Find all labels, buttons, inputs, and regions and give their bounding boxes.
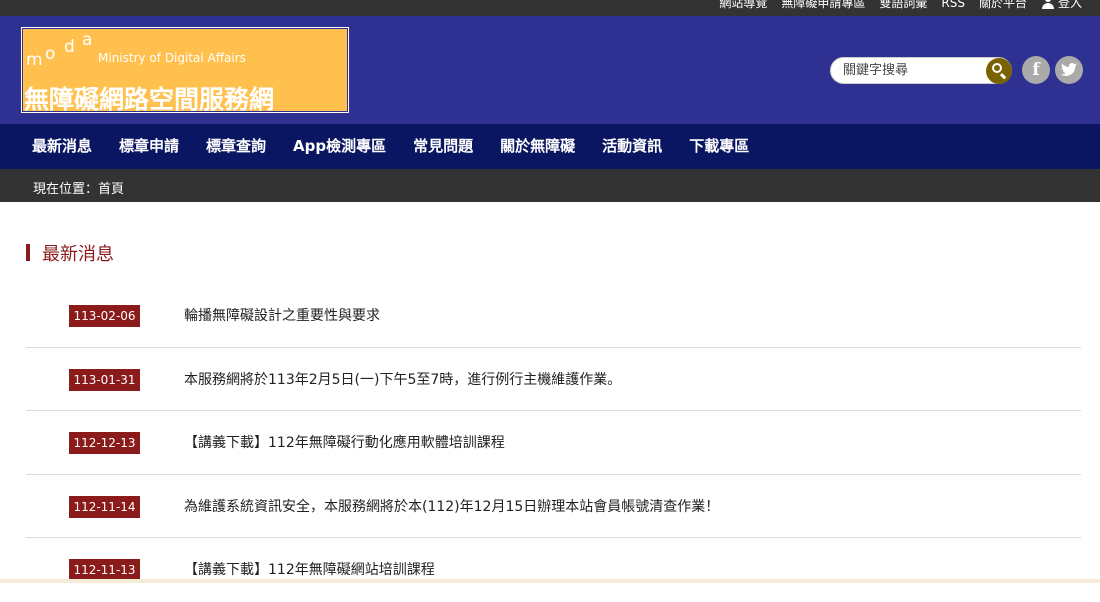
breadcrumb-bar: 現在位置：首頁 — [0, 169, 1100, 202]
main-nav: 最新消息 標章申請 標章查詢 App檢測專區 常見問題 關於無障礙 活動資訊 下… — [0, 124, 1100, 169]
logo-letter-o: o — [45, 44, 56, 64]
facebook-icon[interactable]: f — [1022, 56, 1050, 84]
news-item: 113-02-06 輪播無障礙設計之重要性與要求 — [26, 284, 1081, 348]
logo-site-name: 無障礙網路空間服務網 — [24, 85, 275, 114]
news-title-link[interactable]: 為維護系統資訊安全，本服務網將於本(112)年12月15日辦理本站會員帳號清查作… — [184, 496, 719, 518]
nav-item-about-accessibility[interactable]: 關於無障礙 — [500, 124, 575, 169]
news-date: 112-12-13 — [69, 432, 140, 454]
bottom-edge — [0, 579, 1100, 583]
user-icon — [1041, 0, 1055, 10]
utility-link-apply[interactable]: 無障礙申請專區 — [781, 0, 865, 12]
search-button[interactable] — [986, 58, 1012, 84]
site-header: m o d a Ministry of Digital Affairs 無障礙網… — [0, 16, 1100, 124]
news-date: 113-02-06 — [69, 305, 140, 327]
nav-item-badge-query[interactable]: 標章查詢 — [206, 124, 266, 169]
utility-link-rss[interactable]: RSS — [941, 0, 965, 12]
news-item: 112-11-14 為維護系統資訊安全，本服務網將於本(112)年12月15日辦… — [26, 475, 1081, 538]
nav-item-news[interactable]: 最新消息 — [32, 124, 92, 169]
utility-link-sitemap[interactable]: 網站導覽 — [719, 0, 767, 12]
heading-accent-bar — [26, 244, 30, 261]
nav-item-events[interactable]: 活動資訊 — [602, 124, 662, 169]
nav-item-app-testing[interactable]: App檢測專區 — [293, 124, 386, 169]
logo-letter-d: d — [64, 37, 75, 57]
news-item: 112-11-13 【講義下載】112年無障礙網站培訓課程 — [26, 538, 1081, 602]
logo-letter-m: m — [26, 50, 43, 70]
nav-item-downloads[interactable]: 下載專區 — [689, 124, 749, 169]
news-date: 112-11-13 — [69, 559, 140, 581]
twitter-icon[interactable] — [1055, 56, 1083, 84]
utility-link-about[interactable]: 關於平台 — [979, 0, 1027, 12]
logo-english-name: Ministry of Digital Affairs — [98, 51, 246, 65]
twitter-bird-glyph — [1061, 63, 1077, 76]
news-item: 112-12-13 【講義下載】112年無障礙行動化應用軟體培訓課程 — [26, 411, 1081, 475]
logo-letter-a: a — [82, 30, 93, 50]
news-date: 112-11-14 — [69, 495, 140, 518]
login-label: 登入 — [1057, 0, 1082, 10]
nav-item-faq[interactable]: 常見問題 — [413, 124, 473, 169]
news-list: 113-02-06 輪播無障礙設計之重要性與要求 113-01-31 本服務網將… — [26, 284, 1081, 602]
site-logo[interactable]: m o d a Ministry of Digital Affairs 無障礙網… — [21, 27, 349, 114]
top-utility-bar: 網站導覽 無障礙申請專區 雙語詞彙 RSS 關於平台 登入 — [0, 0, 1100, 16]
news-title-link[interactable]: 本服務網將於113年2月5日(一)下午5至7時，進行例行主機維護作業。 — [184, 369, 621, 391]
news-date: 113-01-31 — [69, 368, 140, 391]
utility-link-glossary[interactable]: 雙語詞彙 — [879, 0, 927, 12]
news-item: 113-01-31 本服務網將於113年2月5日(一)下午5至7時，進行例行主機… — [26, 348, 1081, 411]
news-title-link[interactable]: 【講義下載】112年無障礙網站培訓課程 — [184, 559, 435, 581]
search-box — [830, 57, 1012, 84]
breadcrumb: 現在位置：首頁 — [33, 182, 125, 197]
news-title-link[interactable]: 輪播無障礙設計之重要性與要求 — [184, 305, 380, 327]
search-input[interactable] — [843, 61, 983, 80]
login-link[interactable]: 登入 — [1041, 0, 1082, 12]
nav-item-badge-apply[interactable]: 標章申請 — [119, 124, 179, 169]
page-title: 最新消息 — [42, 243, 114, 265]
news-title-link[interactable]: 【講義下載】112年無障礙行動化應用軟體培訓課程 — [184, 432, 505, 454]
utility-links: 網站導覽 無障礙申請專區 雙語詞彙 RSS 關於平台 登入 — [719, 0, 1082, 12]
section-heading: 最新消息 — [26, 242, 114, 265]
